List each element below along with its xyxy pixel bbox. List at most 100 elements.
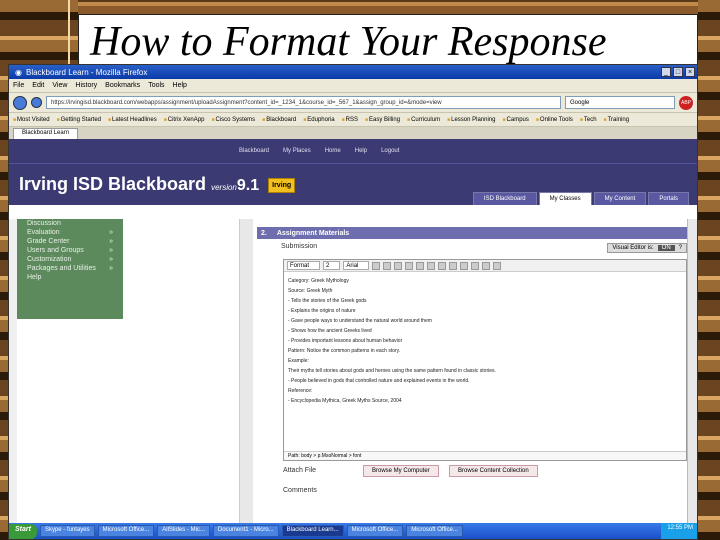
tab-portals[interactable]: Portals <box>648 192 689 205</box>
taskbar-button-active[interactable]: Blackboard Learn... <box>281 525 344 537</box>
back-icon[interactable] <box>13 95 27 110</box>
editor-line: - Gave people ways to understand the nat… <box>288 318 432 324</box>
tab-isd-blackboard[interactable]: ISD Blackboard <box>472 192 537 205</box>
align-right-icon[interactable] <box>438 261 447 270</box>
bookmark-item[interactable]: Training <box>604 117 629 123</box>
bookmark-item[interactable]: Blackboard <box>262 117 296 123</box>
align-center-icon[interactable] <box>427 261 436 270</box>
sidebar-item-users[interactable]: Users and Groups» <box>17 246 123 255</box>
browser-tab[interactable]: Blackboard Learn <box>13 128 79 139</box>
spellcheck-icon[interactable] <box>493 261 502 270</box>
visual-editor-state[interactable]: ON <box>657 245 675 251</box>
taskbar-button[interactable]: Microsoft Office... <box>346 525 404 537</box>
bookmark-item[interactable]: Cisco Systems <box>211 117 255 123</box>
taskbar-button[interactable]: Microsoft Office... <box>97 525 155 537</box>
bb-header: Irving ISD Blackboard version9.1 Irving … <box>9 163 697 205</box>
editor-line: Source: Greek Myth <box>288 288 333 294</box>
sidebar-item-discussion[interactable]: Discussion <box>17 219 123 228</box>
italic-icon[interactable] <box>383 261 392 270</box>
image-icon[interactable] <box>482 261 491 270</box>
editor-line: - Explains the origins of nature <box>288 308 356 314</box>
text-editor[interactable]: Format 2 Arial Category: Greek Mythology… <box>283 259 687 461</box>
minimize-icon[interactable]: _ <box>661 67 671 77</box>
help-icon[interactable]: ? <box>679 245 682 251</box>
menu-help[interactable]: Help <box>173 82 187 89</box>
top-link-blackboard[interactable]: Blackboard <box>239 148 269 154</box>
bookmark-item[interactable]: Eduphoria <box>303 117 334 123</box>
top-link-my-places[interactable]: My Places <box>283 148 311 154</box>
scrollbar[interactable] <box>687 219 697 525</box>
menu-bookmarks[interactable]: Bookmarks <box>105 82 140 89</box>
format-select[interactable]: Format <box>287 261 321 270</box>
numbered-list-icon[interactable] <box>460 261 469 270</box>
chevron-right-icon: » <box>109 247 113 254</box>
top-link-help[interactable]: Help <box>355 148 367 154</box>
bullet-list-icon[interactable] <box>449 261 458 270</box>
underline-icon[interactable] <box>394 261 403 270</box>
menu-view[interactable]: View <box>52 82 67 89</box>
tab-my-content[interactable]: My Content <box>593 192 647 205</box>
strikethrough-icon[interactable] <box>405 261 414 270</box>
bold-icon[interactable] <box>372 261 381 270</box>
sidebar-item-evaluation[interactable]: Evaluation» <box>17 228 123 237</box>
sidebar-item-packages[interactable]: Packages and Utilities» <box>17 264 123 273</box>
forward-icon[interactable] <box>31 97 42 108</box>
chevron-right-icon: » <box>109 229 113 236</box>
taskbar-button[interactable]: Microsoft Office... <box>406 525 463 537</box>
taskbar-button[interactable]: Skype - funtayes <box>39 525 95 537</box>
taskbar-button[interactable]: AllSlides - Mic... <box>157 525 210 537</box>
slide-title: How to Format Your Response <box>90 19 607 65</box>
url-bar[interactable]: https://irvingisd.blackboard.com/webapps… <box>46 96 561 109</box>
align-left-icon[interactable] <box>416 261 425 270</box>
bookmark-item[interactable]: Curriculum <box>407 117 440 123</box>
bookmark-item[interactable]: Campus <box>503 117 529 123</box>
sidebar-item-customization[interactable]: Customization» <box>17 255 123 264</box>
menu-history[interactable]: History <box>75 82 97 89</box>
maximize-icon[interactable]: □ <box>673 67 683 77</box>
menubar: File Edit View History Bookmarks Tools H… <box>9 79 697 93</box>
bookmark-item[interactable]: Easy Billing <box>365 117 400 123</box>
firefox-icon: ◉ <box>15 67 22 77</box>
sidebar-item-help[interactable]: Help <box>17 273 123 282</box>
browse-computer-button[interactable]: Browse My Computer <box>363 465 439 477</box>
bookmark-item[interactable]: Getting Started <box>57 117 101 123</box>
bb-tabs: ISD Blackboard My Classes My Content Por… <box>472 192 689 205</box>
font-size-select[interactable]: 2 <box>323 261 341 270</box>
visual-editor-toggle[interactable]: Visual Editor is: ON ? <box>607 243 687 253</box>
bookmark-item[interactable]: Latest Headlines <box>108 117 157 123</box>
menu-edit[interactable]: Edit <box>32 82 44 89</box>
menu-tools[interactable]: Tools <box>148 82 164 89</box>
comments-label: Comments <box>283 487 317 494</box>
tab-my-classes[interactable]: My Classes <box>538 192 592 205</box>
editor-line: Example: <box>288 358 309 364</box>
visual-editor-label: Visual Editor is: <box>612 245 654 251</box>
start-button[interactable]: Start <box>9 523 37 539</box>
editor-path: Path: body > p.MsoNormal > font <box>284 451 686 460</box>
bookmark-item[interactable]: Tech <box>580 117 597 123</box>
adblock-icon[interactable]: ABP <box>679 95 693 110</box>
bookmarks-bar: Most Visited Getting Started Latest Head… <box>9 113 697 127</box>
close-icon[interactable]: × <box>685 67 695 77</box>
top-link-home[interactable]: Home <box>325 148 341 154</box>
top-link-logout[interactable]: Logout <box>381 148 399 154</box>
browse-content-button[interactable]: Browse Content Collection <box>449 465 538 477</box>
bookmark-item[interactable]: Lesson Planning <box>447 117 495 123</box>
search-input[interactable]: Google <box>565 96 675 109</box>
bookmark-item[interactable]: Citrix XenApp <box>164 117 205 123</box>
chevron-right-icon: » <box>109 238 113 245</box>
section-number: 2. <box>261 229 267 237</box>
sidebar-item-grade-center[interactable]: Grade Center» <box>17 237 123 246</box>
font-name-select[interactable]: Arial <box>343 261 370 270</box>
editor-line: Reference: <box>288 388 313 394</box>
page-content: Discussion Evaluation» Grade Center» Use… <box>9 219 697 525</box>
link-icon[interactable] <box>471 261 480 270</box>
menu-file[interactable]: File <box>13 82 24 89</box>
editor-body[interactable]: Category: Greek Mythology Source: Greek … <box>284 272 686 414</box>
editor-line: - Tells the stories of the Greek gods <box>288 298 367 304</box>
bookmark-item[interactable]: Online Tools <box>536 117 573 123</box>
bookmark-item[interactable]: RSS <box>342 117 358 123</box>
course-menu: Discussion Evaluation» Grade Center» Use… <box>17 219 123 319</box>
editor-line: Category: Greek Mythology <box>288 278 349 284</box>
taskbar-button[interactable]: Document1 - Micro... <box>212 525 279 537</box>
bookmark-item[interactable]: Most Visited <box>13 117 50 123</box>
